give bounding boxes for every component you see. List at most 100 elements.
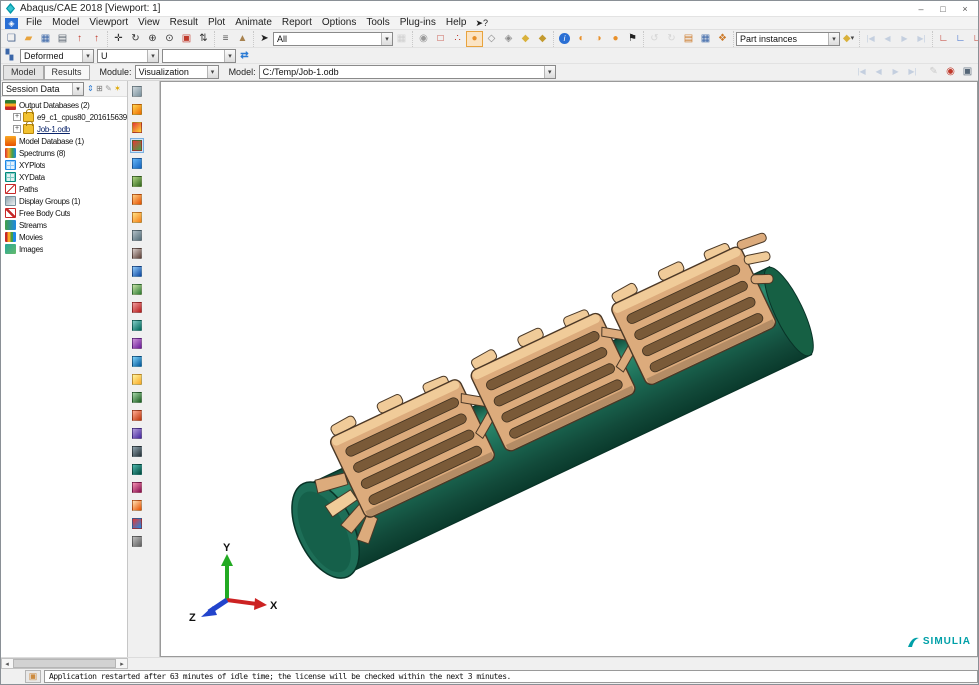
rotate-view-icon[interactable]: ↻ — [127, 31, 144, 47]
perspective-icon[interactable]: ● — [466, 31, 483, 47]
previous-frame-button[interactable]: ◀ — [879, 31, 896, 47]
first-frame-button[interactable]: |◀ — [862, 31, 879, 47]
point-display-icon[interactable]: ∴ — [449, 31, 466, 47]
menu-file[interactable]: File — [21, 17, 47, 29]
plot-orientations-deformed-icon[interactable] — [130, 210, 144, 225]
free-body-cut-icon[interactable] — [130, 336, 144, 351]
plot-orientations-icon[interactable] — [130, 192, 144, 207]
select-cursor-icon[interactable]: ➤ — [256, 31, 273, 47]
menu-help[interactable]: Help — [441, 17, 472, 29]
plot-undeformed-icon[interactable] — [130, 84, 144, 99]
pan-view-icon[interactable]: ✛ — [110, 31, 127, 47]
render-beam-profiles-icon[interactable]: ≡ — [217, 31, 234, 47]
menu-animate[interactable]: Animate — [230, 17, 277, 29]
animate-time-history-icon[interactable] — [130, 390, 144, 405]
refinement-select[interactable]: ▾ — [162, 49, 236, 63]
stress-linearization-icon[interactable] — [130, 300, 144, 315]
last-frame-button[interactable]: ▶| — [913, 31, 930, 47]
tree-item[interactable]: + Free Body Cuts — [1, 207, 127, 219]
contour-type-icon[interactable]: ◐ — [573, 31, 590, 47]
shaded-cube-icon[interactable]: ◆ — [517, 31, 534, 47]
tree-item[interactable]: + Job-1.odb — [1, 123, 127, 135]
sort-icon[interactable]: ⇕ — [86, 83, 95, 95]
viewport-annotation-icon[interactable] — [130, 534, 144, 549]
message-area-icon[interactable]: ▣ — [25, 670, 41, 683]
highlight-off-icon[interactable]: ◉ — [415, 31, 432, 47]
undo-icon[interactable]: ↺ — [646, 31, 663, 47]
print-icon[interactable]: ▤ — [54, 31, 71, 47]
edit-annotations-icon[interactable]: ✎ — [104, 83, 113, 95]
view-front-icon[interactable]: ∟ — [935, 31, 952, 47]
wireframe-cube-icon[interactable]: ◇ — [483, 31, 500, 47]
tree-expander-icon[interactable]: + — [13, 125, 21, 133]
scrollbar-thumb[interactable] — [13, 659, 116, 668]
menu-result[interactable]: Result — [165, 17, 203, 29]
color-dot-icon[interactable]: ● — [607, 31, 624, 47]
view-cube-menu-icon[interactable]: ◆▾ — [840, 31, 857, 47]
probe-values-icon[interactable] — [130, 282, 144, 297]
snapshot-camera-icon[interactable]: ▣ — [959, 64, 976, 80]
tree-root-select[interactable]: Session Data ▾ — [2, 82, 84, 96]
field-output-dialog-icon[interactable]: ▚ — [1, 48, 18, 64]
tree-expander-icon[interactable]: + — [13, 113, 21, 121]
scroll-left-icon[interactable]: ◂ — [2, 660, 12, 668]
plot-state-select[interactable]: Deformed ▾ — [20, 49, 94, 63]
save-icon[interactable]: ▦ — [37, 31, 54, 47]
open-folder-icon[interactable]: ▰ — [20, 31, 37, 47]
tree-item[interactable]: + XYData — [1, 171, 127, 183]
close-button[interactable]: × — [954, 2, 976, 16]
menu-viewport[interactable]: Viewport — [84, 17, 133, 29]
plot-contours-deformed-icon[interactable] — [130, 138, 144, 153]
query-icon[interactable] — [130, 264, 144, 279]
filled-cube-icon[interactable]: ◆ — [534, 31, 551, 47]
display-group-icon[interactable] — [130, 498, 144, 513]
stream-icon[interactable] — [130, 354, 144, 369]
stent-artery-model[interactable] — [161, 82, 977, 656]
first-frame-button[interactable]: |◀ — [853, 64, 870, 80]
sync-field-output-icon[interactable]: ⇄ — [236, 48, 253, 64]
render-shaded-icon[interactable]: ▲ — [234, 31, 251, 47]
table-icon[interactable]: ▦ — [697, 31, 714, 47]
new-file-icon[interactable]: ❏ — [3, 31, 20, 47]
scroll-right-icon[interactable]: ▸ — [117, 660, 127, 668]
viewport-menu-icon[interactable]: ◈ — [5, 18, 18, 29]
tree-item[interactable]: + XYPlots — [1, 159, 127, 171]
model-select[interactable]: C:/Temp/Job-1.odb ▾ — [259, 65, 556, 79]
tree-item[interactable]: + e9_c1_cpus80_20161563998183.248.odb — [1, 111, 127, 123]
last-frame-button[interactable]: ▶| — [904, 64, 921, 80]
tree-item[interactable]: + Streams — [1, 219, 127, 231]
xy-data-manager-icon[interactable] — [130, 444, 144, 459]
tip-lightbulb-icon[interactable]: ✶ — [113, 83, 122, 95]
save-display-options-icon[interactable]: ▦ — [393, 31, 410, 47]
fit-view-icon[interactable]: ▣ — [178, 31, 195, 47]
plot-contours-icon[interactable] — [130, 120, 144, 135]
blocks-icon[interactable]: ▤ — [680, 31, 697, 47]
primary-variable-select[interactable]: U ▾ — [97, 49, 159, 63]
view-top-icon[interactable]: ∟ — [969, 31, 978, 47]
plot-symbols-deformed-icon[interactable] — [130, 174, 144, 189]
menu-plug-ins[interactable]: Plug-ins — [395, 17, 441, 29]
menu-model[interactable]: Model — [47, 17, 84, 29]
previous-frame-button[interactable]: ◀ — [870, 64, 887, 80]
box-zoom-icon[interactable]: ⊙ — [161, 31, 178, 47]
context-help-icon[interactable]: ➤? — [471, 18, 492, 29]
next-frame-button[interactable]: ▶ — [896, 31, 913, 47]
module-select[interactable]: Visualization ▾ — [135, 65, 219, 79]
menu-tools[interactable]: Tools — [361, 17, 394, 29]
plot-options-icon[interactable] — [130, 246, 144, 261]
palette-icon[interactable]: ❖ — [714, 31, 731, 47]
next-frame-button[interactable]: ▶ — [887, 64, 904, 80]
menu-options[interactable]: Options — [317, 17, 361, 29]
animation-options-icon[interactable] — [130, 426, 144, 441]
sidebar-scrollbar[interactable]: ◂ ▸ — [1, 658, 128, 669]
tab-results[interactable]: Results — [44, 65, 90, 80]
tree-item[interactable]: + Movies — [1, 231, 127, 243]
hiddenline-cube-icon[interactable]: ◈ — [500, 31, 517, 47]
menu-plot[interactable]: Plot — [203, 17, 230, 29]
menu-report[interactable]: Report — [277, 17, 317, 29]
animate-scale-factor-icon[interactable] — [130, 372, 144, 387]
xy-plot-icon[interactable] — [130, 462, 144, 477]
maximize-button[interactable]: □ — [932, 2, 954, 16]
viewport-canvas[interactable]: Y X Z SIMULIA — [160, 81, 978, 657]
redo-icon[interactable]: ↻ — [663, 31, 680, 47]
